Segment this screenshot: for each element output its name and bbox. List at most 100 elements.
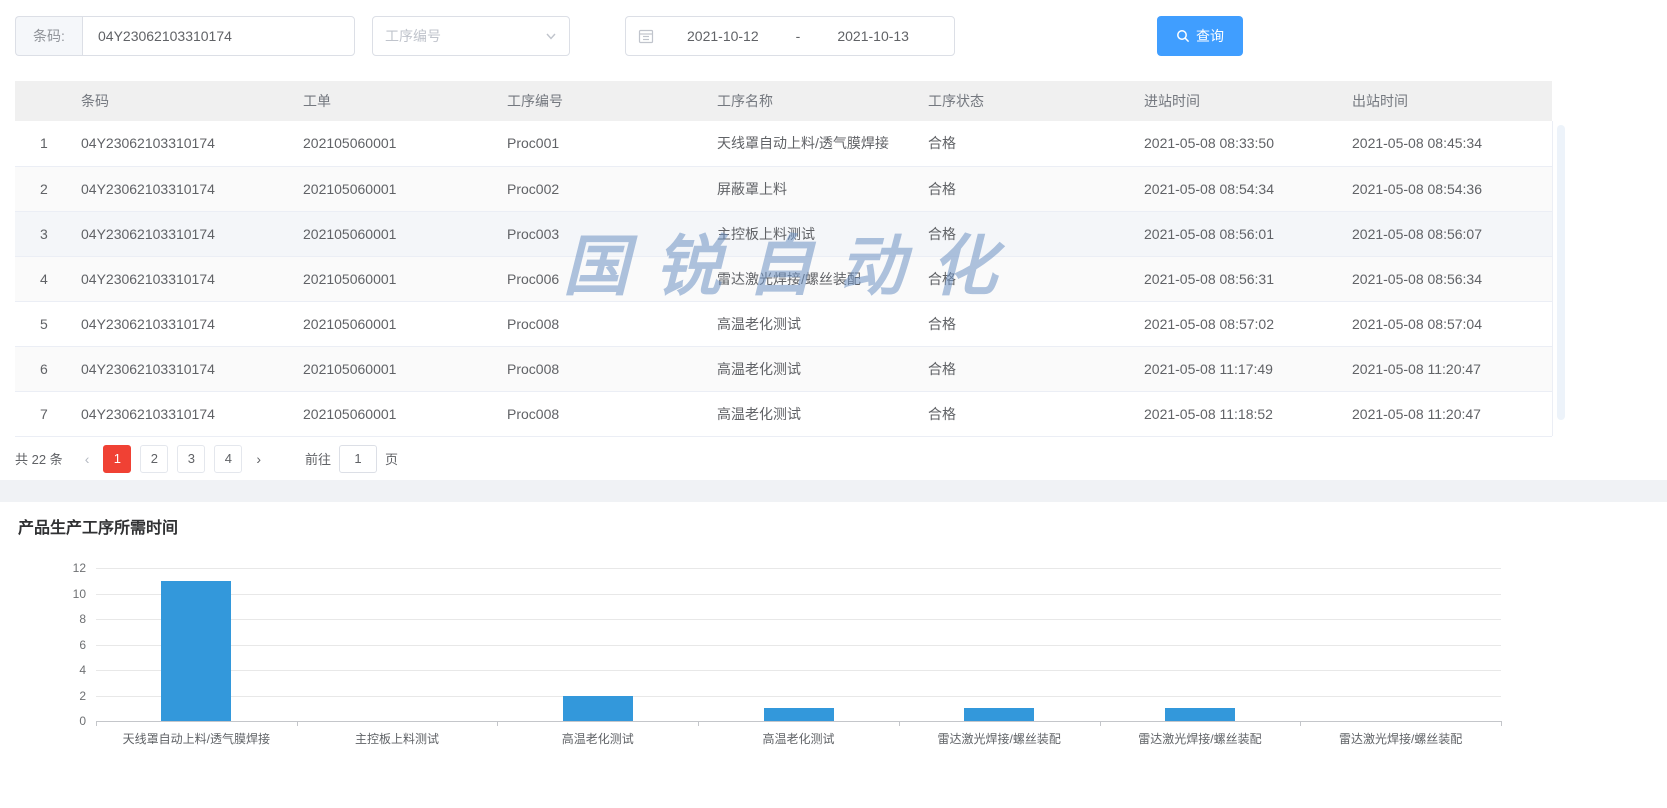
query-result-panel: 条码: 工序编号 2021-10-12 - 2021-10-13 xyxy=(0,0,1667,480)
chart-bar xyxy=(1165,708,1235,721)
pagination-goto: 前往 页 xyxy=(305,445,398,473)
y-axis-tick-label: 6 xyxy=(79,638,86,652)
chart-gridline xyxy=(96,721,1501,722)
cell-index: 2 xyxy=(15,166,67,211)
date-range-separator: - xyxy=(792,28,805,44)
cell-process-no: Proc002 xyxy=(493,166,703,211)
cell-index: 4 xyxy=(15,256,67,301)
table-row[interactable]: 504Y23062103310174202105060001Proc008高温老… xyxy=(15,301,1552,346)
x-axis-tick xyxy=(1300,721,1301,726)
table-scrollbar-track xyxy=(1552,121,1569,436)
pager-pages: 1234 xyxy=(103,445,242,473)
cell-in-time: 2021-05-08 08:33:50 xyxy=(1130,121,1338,166)
cell-process-name: 屏蔽罩上料 xyxy=(703,166,914,211)
cell-index: 1 xyxy=(15,121,67,166)
cell-index: 5 xyxy=(15,301,67,346)
cell-status: 合格 xyxy=(914,166,1130,211)
table-row[interactable]: 404Y23062103310174202105060001Proc006雷达激… xyxy=(15,256,1552,301)
cell-work-order: 202105060001 xyxy=(289,301,493,346)
cell-in-time: 2021-05-08 11:17:49 xyxy=(1130,346,1338,391)
page-button-1[interactable]: 1 xyxy=(103,445,131,473)
cell-work-order: 202105060001 xyxy=(289,256,493,301)
x-axis-tick xyxy=(297,721,298,726)
search-icon xyxy=(1176,29,1190,43)
chart-gridline xyxy=(96,619,1501,620)
table-row[interactable]: 704Y23062103310174202105060001Proc008高温老… xyxy=(15,391,1552,436)
process-number-select[interactable]: 工序编号 xyxy=(372,16,570,56)
chart-title: 产品生产工序所需时间 xyxy=(18,514,1649,538)
page-button-2[interactable]: 2 xyxy=(140,445,168,473)
cell-process-no: Proc008 xyxy=(493,391,703,436)
x-axis-tick xyxy=(1501,721,1502,726)
cell-process-no: Proc003 xyxy=(493,211,703,256)
cell-work-order: 202105060001 xyxy=(289,121,493,166)
x-axis-tick xyxy=(96,721,97,726)
prev-page-button[interactable]: ‹ xyxy=(77,445,98,473)
cell-out-time: 2021-05-08 08:56:07 xyxy=(1338,211,1552,256)
col-status: 工序状态 xyxy=(914,81,1130,121)
chart-plot: 024681012天线罩自动上料/透气膜焊接主控板上料测试高温老化测试高温老化测… xyxy=(96,568,1501,721)
date-end-value[interactable]: 2021-10-13 xyxy=(804,28,942,44)
cell-process-name: 主控板上料测试 xyxy=(703,211,914,256)
cell-process-name: 高温老化测试 xyxy=(703,346,914,391)
process-time-chart: 024681012天线罩自动上料/透气膜焊接主控板上料测试高温老化测试高温老化测… xyxy=(18,562,1649,762)
y-axis-tick-label: 2 xyxy=(79,689,86,703)
barcode-input[interactable] xyxy=(82,16,355,56)
section-divider xyxy=(0,480,1667,502)
chart-gridline xyxy=(96,568,1501,569)
page-button-4[interactable]: 4 xyxy=(214,445,242,473)
filter-bar: 条码: 工序编号 2021-10-12 - 2021-10-13 xyxy=(15,15,1652,57)
pagination-total: 共 22 条 xyxy=(15,449,63,468)
cell-process-name: 高温老化测试 xyxy=(703,301,914,346)
table-row[interactable]: 204Y23062103310174202105060001Proc002屏蔽罩… xyxy=(15,166,1552,211)
table-row[interactable]: 104Y23062103310174202105060001Proc001天线罩… xyxy=(15,121,1552,166)
pagination: 共 22 条 ‹ 1234 › 前往 页 xyxy=(15,437,1652,481)
table-row[interactable]: 604Y23062103310174202105060001Proc008高温老… xyxy=(15,346,1552,391)
goto-page-input[interactable] xyxy=(339,445,377,473)
y-axis-tick-label: 12 xyxy=(73,561,86,575)
cell-status: 合格 xyxy=(914,121,1130,166)
x-axis-category-label: 雷达激光焊接/螺丝装配 xyxy=(1339,730,1462,747)
cell-in-time: 2021-05-08 08:54:34 xyxy=(1130,166,1338,211)
page-button-3[interactable]: 3 xyxy=(177,445,205,473)
cell-out-time: 2021-05-08 11:20:47 xyxy=(1338,391,1552,436)
barcode-label: 条码: xyxy=(15,16,82,56)
cell-out-time: 2021-05-08 11:20:47 xyxy=(1338,346,1552,391)
table-row[interactable]: 304Y23062103310174202105060001Proc003主控板… xyxy=(15,211,1552,256)
search-button-label: 查询 xyxy=(1196,26,1224,46)
barcode-field-group: 条码: xyxy=(15,16,355,56)
chart-gridline xyxy=(96,670,1501,671)
cell-index: 6 xyxy=(15,346,67,391)
cell-barcode: 04Y23062103310174 xyxy=(67,211,289,256)
date-start-value[interactable]: 2021-10-12 xyxy=(654,28,792,44)
search-button[interactable]: 查询 xyxy=(1157,16,1243,56)
y-axis-tick-label: 4 xyxy=(79,663,86,677)
cell-status: 合格 xyxy=(914,346,1130,391)
cell-process-no: Proc001 xyxy=(493,121,703,166)
table-body: 104Y23062103310174202105060001Proc001天线罩… xyxy=(15,121,1552,436)
chart-bar xyxy=(161,581,231,721)
cell-in-time: 2021-05-08 08:56:01 xyxy=(1130,211,1338,256)
goto-label: 前往 xyxy=(305,449,331,468)
cell-out-time: 2021-05-08 08:45:34 xyxy=(1338,121,1552,166)
x-axis-tick xyxy=(497,721,498,726)
cell-out-time: 2021-05-08 08:57:04 xyxy=(1338,301,1552,346)
table-header: 条码 工单 工序编号 工序名称 工序状态 进站时间 出站时间 xyxy=(15,81,1552,121)
cell-index: 3 xyxy=(15,211,67,256)
next-page-button[interactable]: › xyxy=(248,445,269,473)
cell-barcode: 04Y23062103310174 xyxy=(67,121,289,166)
cell-in-time: 2021-05-08 08:57:02 xyxy=(1130,301,1338,346)
col-index xyxy=(15,81,67,121)
cell-out-time: 2021-05-08 08:56:34 xyxy=(1338,256,1552,301)
col-work-order: 工单 xyxy=(289,81,493,121)
y-axis-tick-label: 8 xyxy=(79,612,86,626)
cell-work-order: 202105060001 xyxy=(289,391,493,436)
cell-status: 合格 xyxy=(914,256,1130,301)
cell-status: 合格 xyxy=(914,211,1130,256)
process-table-zone: 条码 工单 工序编号 工序名称 工序状态 进站时间 出站时间 104Y23062… xyxy=(15,81,1652,437)
table-scrollbar-thumb[interactable] xyxy=(1557,125,1565,420)
chevron-down-icon xyxy=(545,30,557,42)
goto-suffix: 页 xyxy=(385,449,398,468)
process-table: 条码 工单 工序编号 工序名称 工序状态 进站时间 出站时间 104Y23062… xyxy=(15,81,1552,437)
date-range-picker[interactable]: 2021-10-12 - 2021-10-13 xyxy=(625,16,955,56)
